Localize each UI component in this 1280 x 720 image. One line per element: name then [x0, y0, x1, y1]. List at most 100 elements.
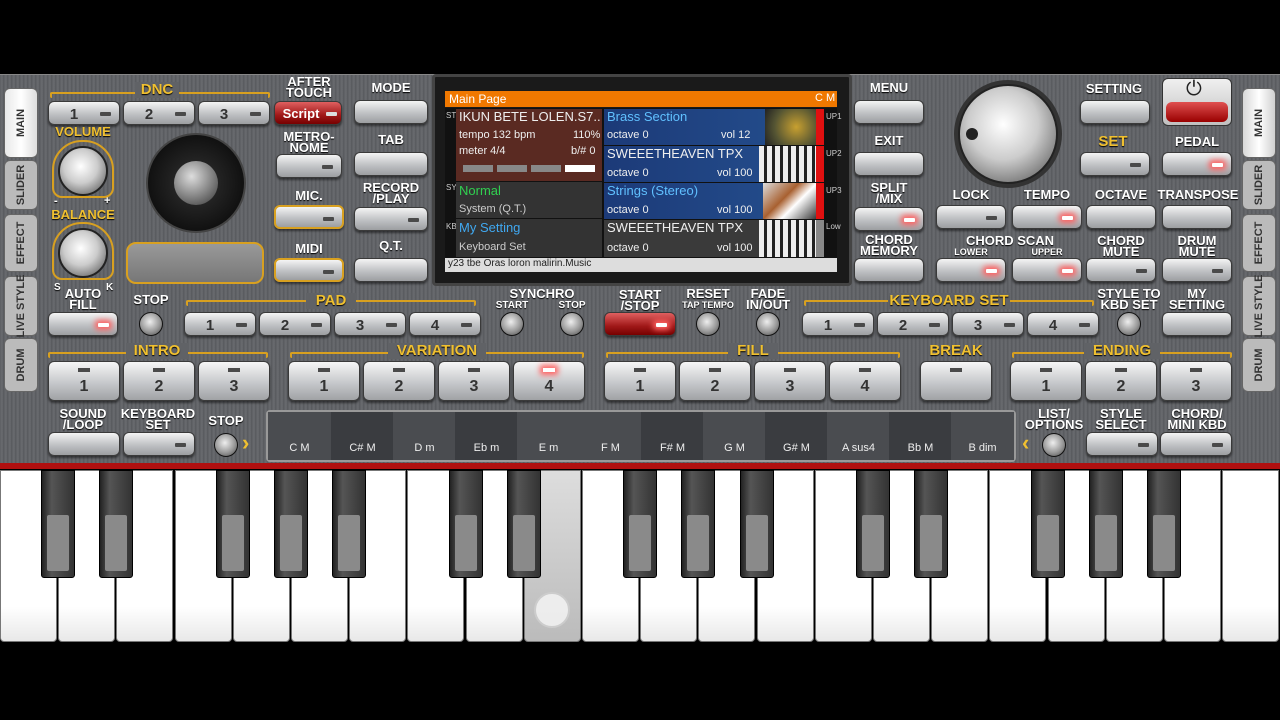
balance-knob[interactable] — [58, 228, 108, 278]
chord-scan-upper-button[interactable] — [1012, 258, 1082, 282]
chord-cell[interactable]: B dim — [951, 412, 1014, 460]
ending-button-1[interactable]: 1 — [1010, 361, 1082, 401]
pad-stop-button[interactable] — [139, 312, 163, 336]
start-stop-button[interactable] — [604, 312, 676, 336]
record-play-button[interactable] — [354, 207, 428, 231]
chord-cell[interactable]: G# M — [765, 412, 828, 460]
black-key[interactable] — [739, 470, 774, 578]
tab-button[interactable] — [354, 152, 428, 176]
style-select-button[interactable] — [1086, 432, 1158, 456]
intro-button-2[interactable]: 2 — [123, 361, 195, 401]
black-key[interactable] — [1147, 470, 1181, 578]
black-key[interactable] — [681, 470, 716, 578]
variation-button-3[interactable]: 3 — [438, 361, 510, 401]
split-mix-button[interactable] — [854, 207, 924, 231]
chord-memory-button[interactable] — [854, 258, 924, 282]
black-key[interactable] — [215, 470, 250, 578]
midi-button[interactable] — [274, 258, 344, 282]
tab-main-right[interactable]: MAIN — [1242, 88, 1276, 158]
chord-cell[interactable]: F M — [579, 412, 642, 460]
joystick-stick[interactable] — [174, 161, 218, 205]
style-to-kbd-button[interactable] — [1117, 312, 1141, 336]
chord-cell[interactable]: C# M — [331, 412, 394, 460]
fill-button-2[interactable]: 2 — [679, 361, 751, 401]
mic-button[interactable] — [274, 205, 344, 229]
fill-button-3[interactable]: 3 — [754, 361, 826, 401]
black-key[interactable] — [623, 470, 658, 578]
tab-live-style-right[interactable]: LIVE STYLE — [1242, 275, 1276, 337]
kbd-set-button-3[interactable]: 3 — [952, 312, 1024, 336]
chord-cell[interactable]: Bb M — [889, 412, 952, 460]
black-key[interactable] — [1088, 470, 1123, 578]
lock-button[interactable] — [936, 205, 1006, 229]
list-options-button[interactable] — [1042, 433, 1066, 457]
metronome-button[interactable] — [276, 154, 342, 178]
set-button[interactable] — [1080, 152, 1150, 176]
tap-tempo-button[interactable] — [696, 312, 720, 336]
chord-mini-kbd-button[interactable] — [1160, 432, 1232, 456]
auto-fill-button[interactable] — [48, 312, 118, 336]
octave-button[interactable] — [1086, 205, 1156, 229]
black-key[interactable] — [1030, 470, 1065, 578]
qt-button[interactable] — [354, 258, 428, 282]
variation-button-2[interactable]: 2 — [363, 361, 435, 401]
tab-drum-right[interactable]: DRUM — [1242, 338, 1276, 392]
break-button[interactable] — [920, 361, 992, 401]
tab-slider-left[interactable]: SLIDER — [4, 160, 38, 210]
variation-button-1[interactable]: 1 — [288, 361, 360, 401]
black-key[interactable] — [448, 470, 483, 578]
tab-effect-left[interactable]: EFFECT — [4, 214, 38, 272]
tempo-button[interactable] — [1012, 205, 1082, 229]
kbd-set-button-4[interactable]: 4 — [1027, 312, 1099, 336]
chord-stop-button[interactable] — [214, 433, 238, 457]
black-key[interactable] — [99, 470, 134, 578]
synchro-start-button[interactable] — [500, 312, 524, 336]
black-key[interactable] — [41, 470, 76, 578]
white-key[interactable] — [1222, 470, 1280, 642]
kbd-set-button-1[interactable]: 1 — [802, 312, 874, 336]
fill-button-1[interactable]: 1 — [604, 361, 676, 401]
chord-cell[interactable]: C M — [268, 412, 331, 460]
chord-scan-lower-button[interactable] — [936, 258, 1006, 282]
ending-button-3[interactable]: 3 — [1160, 361, 1232, 401]
tab-main-left[interactable]: MAIN — [4, 88, 38, 158]
tab-drum-left[interactable]: DRUM — [4, 338, 38, 392]
chord-cell[interactable]: F# M — [641, 412, 704, 460]
touch-pad[interactable] — [126, 242, 264, 284]
black-key[interactable] — [274, 470, 308, 578]
chord-cell[interactable]: A sus4 — [827, 412, 890, 460]
intro-button-1[interactable]: 1 — [48, 361, 120, 401]
black-key[interactable] — [506, 470, 541, 578]
dnc-button-2[interactable]: 2 — [123, 101, 195, 125]
black-key[interactable] — [914, 470, 949, 578]
fade-button[interactable] — [756, 312, 780, 336]
setting-button[interactable] — [1080, 100, 1150, 124]
volume-knob[interactable] — [58, 146, 108, 196]
sound-loop-button[interactable] — [48, 432, 120, 456]
chord-cell[interactable]: G M — [703, 412, 766, 460]
pad-button-4[interactable]: 4 — [409, 312, 481, 336]
keyboard-set-small-button[interactable] — [123, 432, 195, 456]
black-key[interactable] — [332, 470, 367, 578]
tab-effect-right[interactable]: EFFECT — [1242, 214, 1276, 272]
variation-button-4[interactable]: 4 — [513, 361, 585, 401]
pad-button-1[interactable]: 1 — [184, 312, 256, 336]
chord-mute-button[interactable] — [1086, 258, 1156, 282]
drum-mute-button[interactable] — [1162, 258, 1232, 282]
ending-button-2[interactable]: 2 — [1085, 361, 1157, 401]
dnc-button-1[interactable]: 1 — [48, 101, 120, 125]
chord-cell[interactable]: D m — [393, 412, 456, 460]
tab-slider-right[interactable]: SLIDER — [1242, 160, 1276, 210]
pad-button-3[interactable]: 3 — [334, 312, 406, 336]
black-key[interactable] — [856, 470, 890, 578]
pedal-button[interactable] — [1162, 152, 1232, 176]
my-setting-button[interactable] — [1162, 312, 1232, 336]
mode-button[interactable] — [354, 100, 428, 124]
menu-button[interactable] — [854, 100, 924, 124]
intro-button-3[interactable]: 3 — [198, 361, 270, 401]
chord-cell[interactable]: Eb m — [455, 412, 518, 460]
tab-live-style-left[interactable]: LIVE STYLE — [4, 275, 38, 337]
exit-button[interactable] — [854, 152, 924, 176]
dnc-button-3[interactable]: 3 — [198, 101, 270, 125]
script-button[interactable]: Script — [274, 101, 342, 125]
